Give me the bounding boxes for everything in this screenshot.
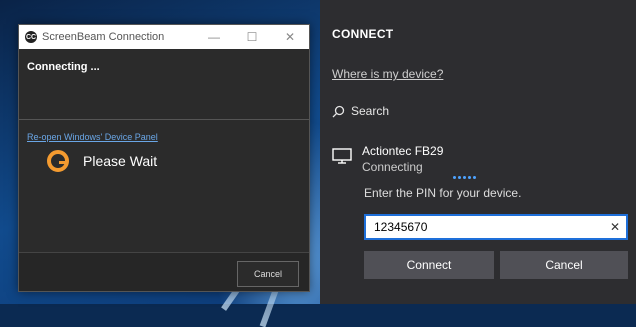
screenbeam-footer: Cancel [19, 252, 309, 291]
search-button[interactable]: Search [332, 104, 389, 118]
connect-pane: CONNECT Where is my device? Search Actio… [320, 0, 636, 304]
wait-indicator: Please Wait [47, 150, 309, 172]
spinner-icon [47, 150, 69, 172]
where-is-my-device-link[interactable]: Where is my device? [332, 67, 443, 81]
wait-label: Please Wait [83, 153, 158, 169]
connection-status: Connecting ... [27, 61, 100, 73]
close-button[interactable]: ✕ [271, 25, 309, 49]
screenbeam-window: CC ScreenBeam Connection — ☐ ✕ Connectin… [18, 24, 310, 292]
device-status: Connecting [362, 160, 423, 174]
maximize-button[interactable]: ☐ [233, 25, 271, 49]
reopen-device-panel-link[interactable]: Re-open Windows' Device Panel [19, 120, 309, 142]
monitor-icon [332, 148, 352, 164]
connect-button[interactable]: Connect [364, 251, 494, 279]
device-name: Actiontec FB29 [362, 144, 444, 158]
progress-dots [453, 176, 476, 179]
pin-input[interactable]: 12345670 ✕ [364, 214, 628, 240]
window-title: ScreenBeam Connection [42, 31, 165, 43]
screenbeam-titlebar[interactable]: CC ScreenBeam Connection — ☐ ✕ [19, 25, 309, 49]
pin-value: 12345670 [374, 220, 428, 234]
pane-title: CONNECT [332, 27, 394, 41]
minimize-button[interactable]: — [195, 25, 233, 49]
search-label: Search [351, 104, 390, 118]
screenbeam-logo-icon: CC [25, 31, 37, 43]
search-icon [332, 105, 345, 117]
device-item[interactable]: Actiontec FB29 Connecting [332, 144, 443, 174]
cancel-button[interactable]: Cancel [500, 251, 628, 279]
clear-icon[interactable]: ✕ [610, 220, 620, 234]
cancel-button[interactable]: Cancel [237, 261, 299, 287]
pin-prompt: Enter the PIN for your device. [364, 186, 522, 200]
